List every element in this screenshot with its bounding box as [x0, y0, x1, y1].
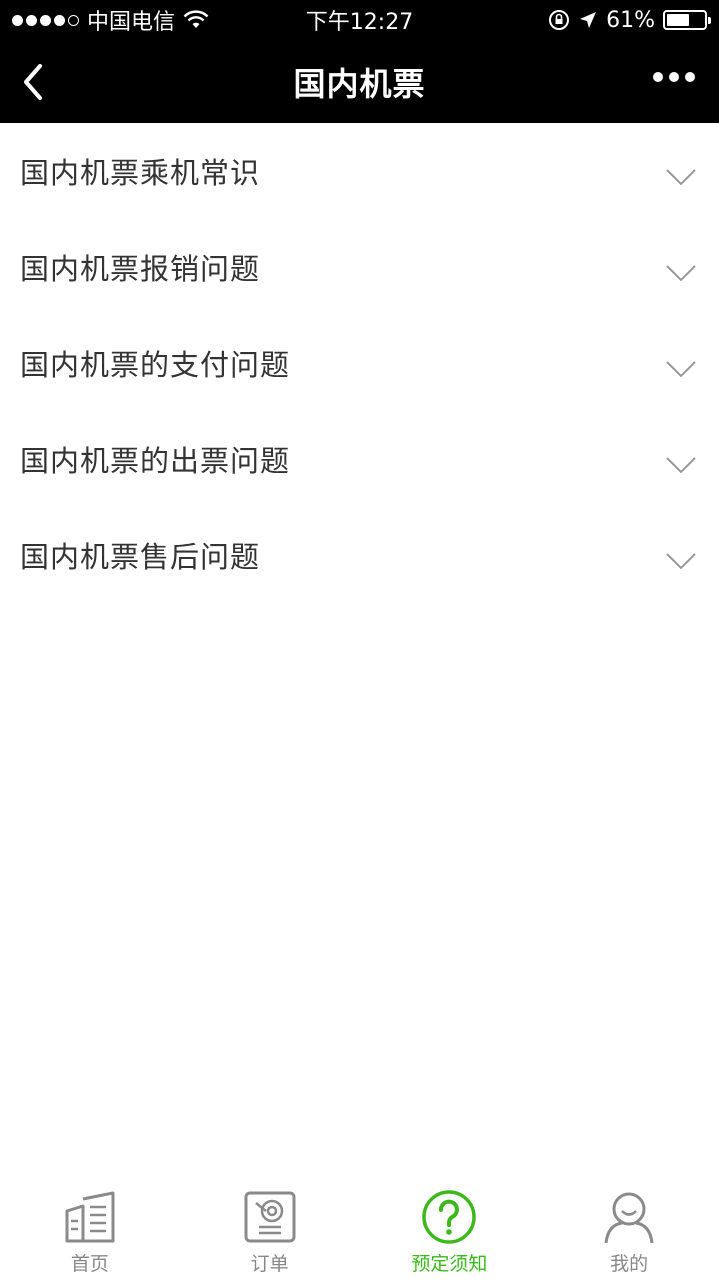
tab-orders[interactable]: 订单	[180, 1180, 360, 1280]
tab-home-label: 首页	[70, 1253, 109, 1275]
tab-home[interactable]: 首页	[0, 1180, 180, 1280]
battery-percent: 61%	[606, 7, 655, 33]
chevron-down-icon	[666, 361, 696, 378]
bottom-tab-bar: 首页 订单 预定须知 我的	[0, 1180, 719, 1280]
order-icon	[244, 1191, 296, 1243]
faq-list: 国内机票乘机常识 国内机票报销问题 国内机票的支付问题 国内机票的出票问题 国内…	[0, 123, 719, 603]
user-icon	[604, 1192, 654, 1244]
chevron-down-icon	[666, 265, 696, 282]
chevron-down-icon	[666, 457, 696, 474]
home-icon	[65, 1191, 115, 1243]
page-title: 国内机票	[293, 64, 426, 103]
faq-item-boarding-knowledge[interactable]: 国内机票乘机常识	[0, 123, 719, 219]
status-bar: 中国电信 下午12:27 61%	[0, 0, 719, 40]
signal-strength-icon	[12, 14, 79, 26]
faq-item-ticketing[interactable]: 国内机票的出票问题	[0, 411, 719, 507]
nav-bar: 国内机票	[0, 40, 719, 123]
chevron-down-icon	[666, 169, 696, 186]
tab-me-label: 我的	[610, 1253, 649, 1275]
more-options-icon[interactable]	[653, 72, 695, 82]
battery-icon	[663, 10, 711, 30]
faq-item-label: 国内机票乘机常识	[20, 156, 261, 190]
tab-booking-notice[interactable]: 预定须知	[360, 1180, 540, 1280]
battery-fill	[667, 14, 689, 26]
faq-item-reimbursement[interactable]: 国内机票报销问题	[0, 219, 719, 315]
faq-item-label: 国内机票售后问题	[20, 540, 261, 574]
location-arrow-icon	[580, 12, 597, 28]
faq-item-payment[interactable]: 国内机票的支付问题	[0, 315, 719, 411]
faq-item-after-sales[interactable]: 国内机票售后问题	[0, 507, 719, 603]
tab-booking-notice-label: 预定须知	[411, 1253, 488, 1275]
status-left: 中国电信	[12, 4, 209, 36]
question-icon	[422, 1190, 477, 1244]
tab-me[interactable]: 我的	[539, 1180, 719, 1280]
faq-item-label: 国内机票报销问题	[20, 252, 261, 286]
status-right: 61%	[548, 7, 711, 33]
back-arrow-icon[interactable]	[18, 60, 48, 104]
rotation-lock-icon	[549, 10, 570, 30]
chevron-down-icon	[666, 553, 696, 570]
tab-orders-label: 订单	[250, 1253, 289, 1275]
faq-item-label: 国内机票的出票问题	[20, 444, 291, 478]
faq-item-label: 国内机票的支付问题	[20, 348, 291, 382]
carrier-name: 中国电信	[87, 10, 176, 35]
wifi-icon	[183, 10, 209, 28]
